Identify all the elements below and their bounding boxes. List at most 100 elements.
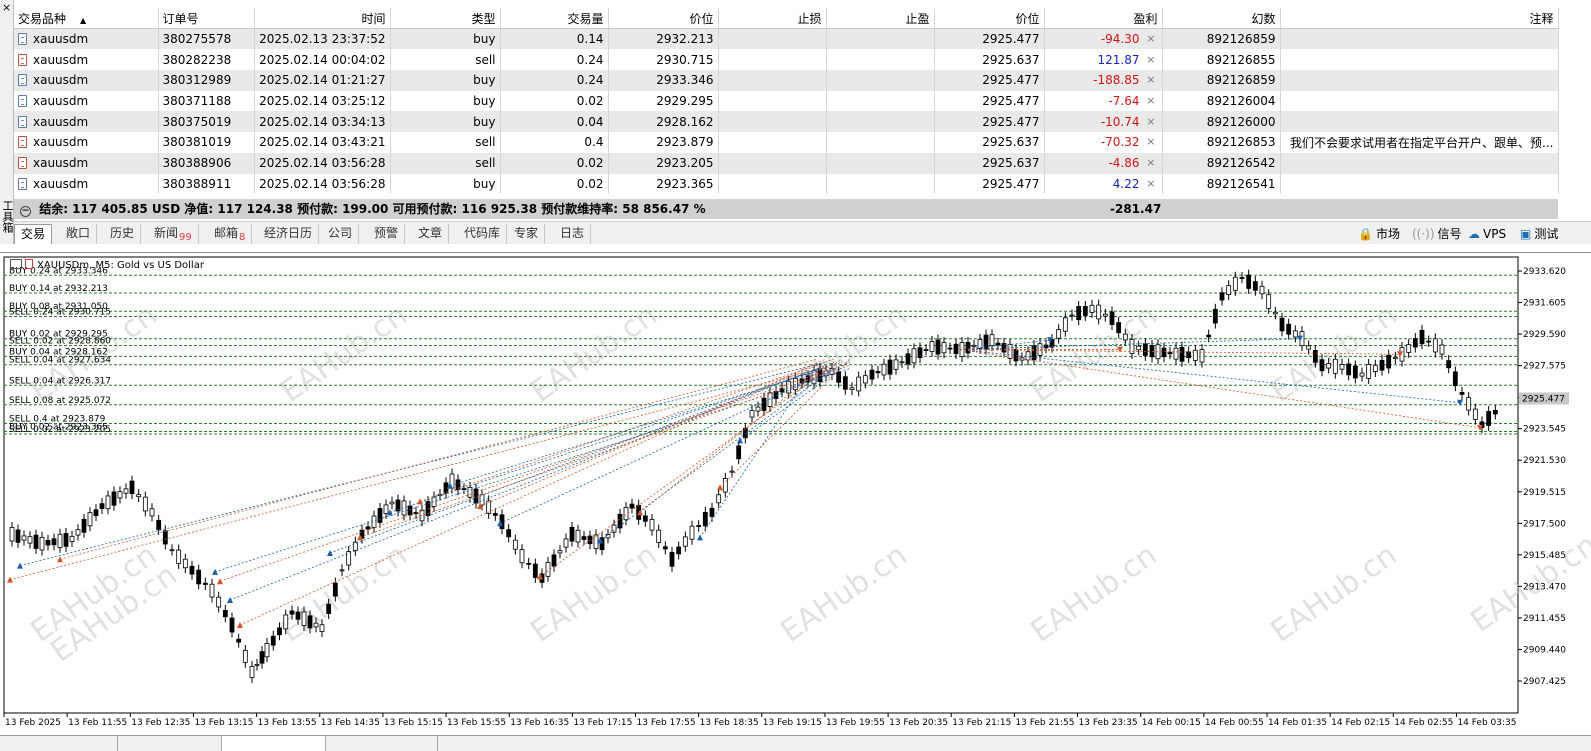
cell-comment — [1280, 152, 1559, 174]
cell-sl[interactable] — [718, 173, 827, 195]
tab-1[interactable]: 敞口 — [60, 224, 98, 244]
tab-label: 文章 — [418, 226, 443, 240]
close-position-icon[interactable]: × — [1146, 115, 1155, 128]
table-row[interactable]: xauusdm 380388906 2025.02.14 03:56:28 sell 0… — [14, 152, 1559, 174]
candle-body — [989, 334, 995, 347]
col-header-magic[interactable]: 幻数 — [1162, 8, 1281, 30]
candle-body — [749, 410, 755, 418]
close-position-icon[interactable]: × — [1146, 32, 1155, 45]
candle-body — [716, 494, 722, 504]
table-row[interactable]: xauusdm 380371188 2025.02.14 03:25:12 buy 0.… — [14, 90, 1559, 112]
col-header-profit[interactable]: 盈利 — [1044, 8, 1163, 30]
tab-10[interactable]: 专家 — [508, 224, 546, 244]
chart-tab-active[interactable] — [222, 736, 326, 751]
cell-tp[interactable] — [826, 49, 935, 71]
tab-11[interactable]: 日志 — [554, 224, 592, 244]
price-chart[interactable]: EAHub.cn EAHub.cn EAHub.cn EAHub.cn EAHub.cn… — [0, 252, 1591, 751]
cell-tp[interactable] — [826, 132, 935, 153]
cell-sl[interactable] — [718, 90, 827, 112]
toolbox-side-tab[interactable]: × 工具箱 — [0, 0, 14, 244]
candle-body — [352, 541, 358, 551]
close-position-icon[interactable]: × — [1146, 53, 1155, 66]
cell-sl[interactable] — [718, 132, 827, 153]
toolbar-signal-button[interactable]: ((·)) 信号 — [1412, 225, 1462, 243]
toolbar-tester-button[interactable]: ▣ 测试 — [1520, 225, 1558, 243]
candle-body — [27, 536, 33, 544]
close-position-icon[interactable]: × — [1146, 135, 1155, 148]
y-tick-label: 2915.485 — [1523, 551, 1566, 561]
cell-sl[interactable] — [718, 28, 827, 50]
chart-tab[interactable] — [118, 736, 222, 751]
candle-body — [33, 534, 39, 549]
chart-tab[interactable] — [0, 736, 118, 751]
y-tick-label: 2923.545 — [1523, 425, 1566, 435]
cell-sl[interactable] — [718, 49, 827, 71]
col-header-type[interactable]: 类型 — [390, 8, 501, 30]
table-row[interactable]: xauusdm 380375019 2025.02.14 03:34:13 buy 0.… — [14, 111, 1559, 133]
tab-label: 邮箱 — [214, 226, 239, 240]
collapse-icon[interactable]: − — [20, 206, 31, 217]
tab-7[interactable]: 预警 — [368, 224, 406, 244]
cell-tp[interactable] — [826, 173, 935, 195]
cell-sl[interactable] — [718, 70, 827, 91]
candle-body — [709, 507, 715, 517]
table-row[interactable]: xauusdm 380312989 2025.02.14 01:21:27 buy 0.… — [14, 70, 1559, 91]
close-position-icon[interactable]: × — [1146, 177, 1155, 190]
col-header-symbol[interactable]: 交易品种 ▲ — [14, 8, 159, 30]
col-header-price[interactable]: 价位 — [608, 8, 719, 30]
cell-symbol: xauusdm — [14, 152, 159, 174]
candle-body — [893, 359, 899, 370]
tab-2[interactable]: 历史 — [104, 224, 142, 244]
table-row[interactable]: xauusdm 380282238 2025.02.14 00:04:02 sell 0… — [14, 49, 1559, 71]
chart-canvas[interactable]: EAHub.cn EAHub.cn EAHub.cn EAHub.cn EAHub.cn… — [0, 253, 1591, 751]
candle-body — [761, 397, 767, 411]
col-header-comment[interactable]: 注释 — [1280, 8, 1559, 30]
toolbox-close-icon[interactable]: × — [2, 2, 11, 13]
toolbar-cloud-button[interactable]: ☁ VPS — [1468, 225, 1506, 243]
tab-4[interactable]: 邮箱8 — [208, 224, 253, 244]
tab-0[interactable]: 交易 — [14, 224, 53, 244]
cell-order: 380381019 — [158, 132, 255, 153]
position-label: SELL 0.04 at 2927.634 — [9, 356, 111, 366]
col-header-time[interactable]: 时间 — [254, 8, 391, 30]
tab-3[interactable]: 新闻99 — [148, 224, 199, 244]
cell-tp[interactable] — [826, 70, 935, 91]
close-position-icon[interactable]: × — [1146, 156, 1155, 169]
tab-9[interactable]: 代码库 — [458, 224, 508, 244]
cell-profit: -4.86 × — [1044, 152, 1163, 174]
col-header-tp[interactable]: 止盈 — [826, 8, 935, 30]
cell-tp[interactable] — [826, 28, 935, 50]
chart-menu-icon[interactable] — [10, 259, 22, 269]
candle-body — [779, 388, 785, 393]
cell-comment — [1280, 173, 1559, 195]
account-summary-bar: − 结余: 117 405.85 USD 净值: 117 124.38 预付款:… — [14, 199, 1558, 219]
col-header-order[interactable]: 订单号 — [158, 8, 255, 30]
candle-body — [629, 503, 635, 509]
col-header-sl[interactable]: 止损 — [718, 8, 827, 30]
tab-5[interactable]: 经济日历 — [258, 224, 320, 244]
close-position-icon[interactable]: × — [1146, 94, 1155, 107]
position-label: SELL 0.02 at 2923.205 — [9, 425, 111, 435]
chart-tab[interactable] — [326, 736, 438, 751]
cell-symbol: xauusdm — [14, 173, 159, 195]
tab-8[interactable]: 文章 — [412, 224, 450, 244]
candle-body — [111, 491, 117, 506]
table-row[interactable]: xauusdm 380388911 2025.02.14 03:56:28 buy 0.… — [14, 173, 1559, 195]
candle-body — [611, 524, 617, 533]
toolbar-lock-button[interactable]: 🔒 市场 — [1358, 225, 1400, 243]
tab-6[interactable]: 公司 — [322, 224, 360, 244]
table-row[interactable]: xauusdm 380381019 2025.02.14 03:43:21 sell 0… — [14, 132, 1559, 153]
cell-sl[interactable] — [718, 152, 827, 174]
cell-sl[interactable] — [718, 111, 827, 133]
close-position-icon[interactable]: × — [1146, 73, 1155, 86]
col-header-volume[interactable]: 交易量 — [500, 8, 609, 30]
candle-body — [1286, 323, 1292, 335]
col-header-current-price[interactable]: 价位 — [934, 8, 1045, 30]
candle-body — [569, 526, 575, 542]
cell-tp[interactable] — [826, 90, 935, 112]
cell-tp[interactable] — [826, 111, 935, 133]
cell-tp[interactable] — [826, 152, 935, 174]
x-tick-label: 13 Feb 15:55 — [447, 718, 506, 728]
table-row[interactable]: xauusdm 380275578 2025.02.13 23:37:52 buy 0.… — [14, 28, 1559, 50]
position-icon — [18, 136, 27, 149]
